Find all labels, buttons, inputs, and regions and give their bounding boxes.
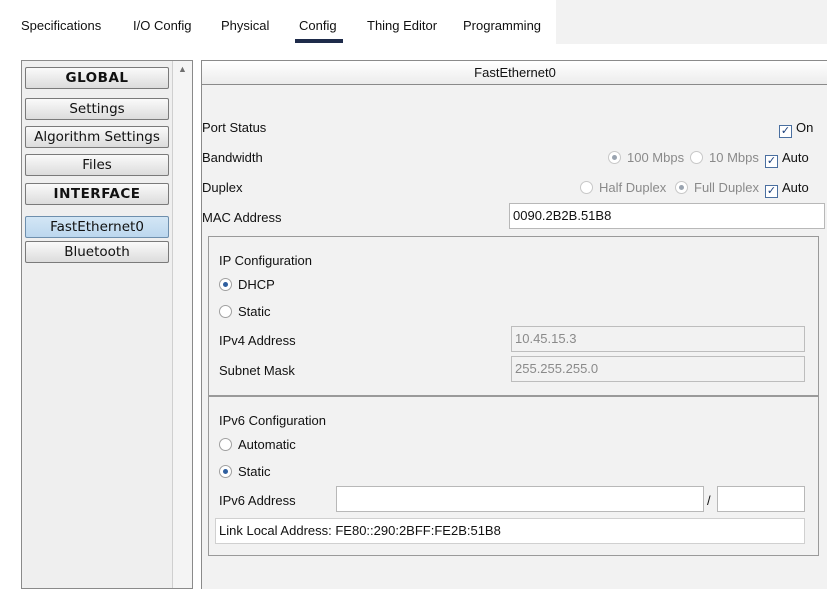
bandwidth-auto-label: Auto — [782, 150, 809, 165]
interface-config-panel: FastEthernet0 Port Status ✓ On Bandwidth … — [201, 60, 827, 589]
duplex-auto-label: Auto — [782, 180, 809, 195]
radio-unselected-icon[interactable] — [580, 181, 593, 194]
checkbox-checked-icon[interactable]: ✓ — [765, 185, 778, 198]
radio-unselected-icon[interactable] — [690, 151, 703, 164]
ipv6-address-label: IPv6 Address — [219, 493, 296, 508]
mac-address-label: MAC Address — [202, 210, 282, 225]
tab-io-config[interactable]: I/O Config — [133, 18, 192, 33]
bandwidth-10-label: 10 Mbps — [709, 150, 759, 165]
panel-title: FastEthernet0 — [202, 61, 827, 85]
static-ipv4-label: Static — [238, 304, 271, 319]
tab-bar: Specifications I/O Config Physical Confi… — [0, 0, 827, 44]
link-local-address-label: Link Local Address: — [219, 523, 332, 538]
duplex-label: Duplex — [202, 180, 243, 195]
radio-unselected-icon[interactable] — [219, 305, 232, 318]
sidebar-header-global[interactable]: GLOBAL — [25, 67, 169, 89]
tab-programming[interactable]: Programming — [463, 18, 541, 33]
sidebar-item-fastethernet0[interactable]: FastEthernet0 — [25, 216, 169, 238]
dhcp-radio[interactable]: DHCP — [219, 277, 275, 292]
duplex-full-label: Full Duplex — [694, 180, 760, 195]
ipv6-configuration-title: IPv6 Configuration — [219, 413, 326, 428]
ipv6-automatic-radio[interactable]: Automatic — [219, 437, 296, 452]
bandwidth-100-radio[interactable]: 100 Mbps — [608, 150, 684, 165]
port-status-on-checkbox[interactable]: ✓ On — [779, 120, 813, 138]
radio-unselected-icon[interactable] — [219, 438, 232, 451]
link-local-address-display: Link Local Address: FE80::290:2BFF:FE2B:… — [215, 518, 805, 544]
sidebar-item-algorithm-settings[interactable]: Algorithm Settings — [25, 126, 169, 148]
radio-selected-icon[interactable] — [219, 465, 232, 478]
bandwidth-label: Bandwidth — [202, 150, 263, 165]
tab-specifications[interactable]: Specifications — [21, 18, 101, 33]
duplex-full-radio[interactable]: Full Duplex — [675, 180, 759, 195]
bandwidth-auto-checkbox[interactable]: ✓ Auto — [765, 150, 809, 168]
scroll-up-icon[interactable]: ▲ — [173, 61, 192, 78]
sidebar-item-bluetooth[interactable]: Bluetooth — [25, 241, 169, 263]
mac-address-input[interactable]: 0090.2B2B.51B8 — [509, 203, 825, 229]
ipv6-automatic-label: Automatic — [238, 437, 296, 452]
bandwidth-10-radio[interactable]: 10 Mbps — [690, 150, 759, 165]
ipv4-address-label: IPv4 Address — [219, 333, 296, 348]
static-ipv4-radio[interactable]: Static — [219, 304, 271, 319]
ipv6-static-radio[interactable]: Static — [219, 464, 271, 479]
ipv4-address-input[interactable]: 10.45.15.3 — [511, 326, 805, 352]
radio-selected-icon[interactable] — [219, 278, 232, 291]
ipv6-address-input[interactable] — [336, 486, 704, 512]
sidebar: GLOBAL Settings Algorithm Settings Files… — [21, 60, 193, 589]
tab-thing-editor[interactable]: Thing Editor — [367, 18, 437, 33]
ipv6-prefix-input[interactable] — [717, 486, 805, 512]
duplex-half-radio[interactable]: Half Duplex — [580, 180, 666, 195]
port-status-label: Port Status — [202, 120, 267, 135]
sidebar-item-settings[interactable]: Settings — [25, 98, 169, 120]
subnet-mask-input[interactable]: 255.255.255.0 — [511, 356, 805, 382]
duplex-half-label: Half Duplex — [599, 180, 667, 195]
checkbox-checked-icon[interactable]: ✓ — [779, 125, 792, 138]
tab-config[interactable]: Config — [295, 18, 343, 43]
dhcp-label: DHCP — [238, 277, 275, 292]
radio-selected-icon[interactable] — [608, 151, 621, 164]
subnet-mask-label: Subnet Mask — [219, 363, 295, 378]
sidebar-list: GLOBAL Settings Algorithm Settings Files… — [24, 63, 172, 588]
ip-configuration-group: IP Configuration DHCP Static IPv4 Addres… — [208, 236, 819, 396]
tab-physical[interactable]: Physical — [221, 18, 269, 33]
link-local-address-value: FE80::290:2BFF:FE2B:51B8 — [335, 523, 501, 538]
duplex-auto-checkbox[interactable]: ✓ Auto — [765, 180, 809, 198]
port-status-on-label: On — [796, 120, 814, 135]
checkbox-checked-icon[interactable]: ✓ — [765, 155, 778, 168]
sidebar-scrollbar[interactable]: ▲ — [172, 61, 192, 588]
ip-configuration-title: IP Configuration — [219, 253, 312, 268]
ipv6-prefix-separator: / — [707, 493, 711, 508]
bandwidth-100-label: 100 Mbps — [627, 150, 685, 165]
tab-strip-background — [556, 0, 827, 44]
sidebar-header-interface[interactable]: INTERFACE — [25, 183, 169, 205]
radio-selected-icon[interactable] — [675, 181, 688, 194]
ipv6-configuration-group: IPv6 Configuration Automatic Static IPv6… — [208, 396, 819, 556]
ipv6-static-label: Static — [238, 464, 271, 479]
sidebar-item-files[interactable]: Files — [25, 154, 169, 176]
